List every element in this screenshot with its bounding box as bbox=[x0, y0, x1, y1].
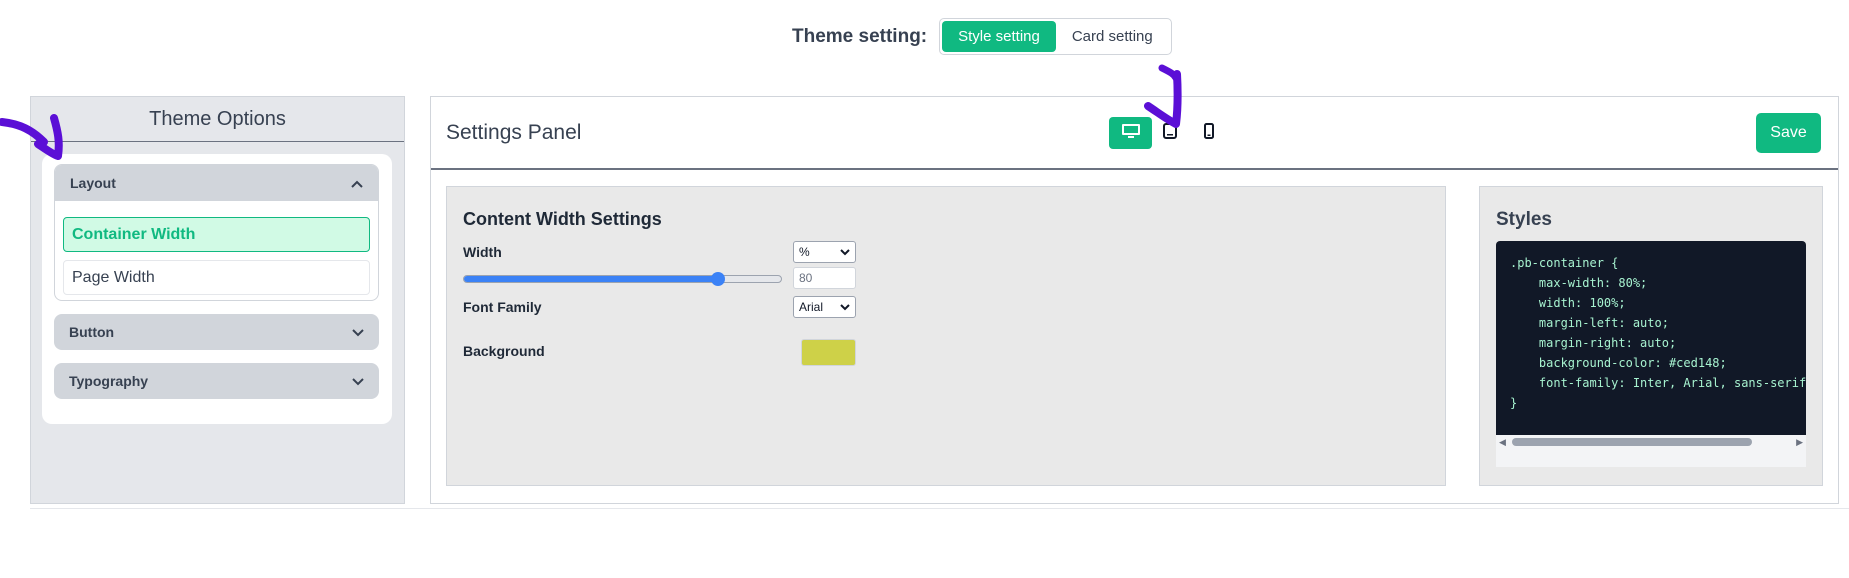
code-footer bbox=[1496, 449, 1806, 467]
content-width-settings: Content Width Settings Width % 80 Font F… bbox=[446, 186, 1446, 486]
typography-accordion-label: Typography bbox=[69, 373, 149, 389]
scroll-left-icon[interactable]: ◀ bbox=[1499, 437, 1506, 448]
arrow-icon bbox=[0, 114, 63, 160]
arrow-icon bbox=[1144, 64, 1182, 128]
save-button[interactable]: Save bbox=[1756, 113, 1821, 153]
chevron-down-icon bbox=[352, 325, 364, 340]
code-scrollbar-thumb[interactable] bbox=[1512, 438, 1752, 446]
settings-panel-header: Settings Panel Save bbox=[431, 97, 1838, 170]
background-color-picker[interactable] bbox=[801, 339, 856, 366]
theme-setting-bar: Theme setting: Style setting Card settin… bbox=[792, 18, 1172, 55]
font-family-select[interactable]: Arial bbox=[793, 296, 856, 318]
width-slider-fill bbox=[464, 276, 718, 282]
container-width-option[interactable]: Container Width bbox=[63, 217, 370, 252]
unit-select[interactable]: % bbox=[793, 241, 856, 263]
layout-accordion-label: Layout bbox=[70, 175, 116, 191]
typography-accordion-header[interactable]: Typography bbox=[54, 363, 379, 399]
css-code: .pb-container { max-width: 80%; width: 1… bbox=[1510, 256, 1806, 410]
layout-accordion-body: Container Width Page Width bbox=[55, 201, 378, 311]
settings-panel-title: Settings Panel bbox=[446, 121, 582, 144]
mobile-icon bbox=[1203, 122, 1214, 144]
width-slider[interactable] bbox=[463, 272, 782, 286]
chevron-down-icon bbox=[352, 374, 364, 389]
button-accordion-label: Button bbox=[69, 324, 115, 340]
typography-accordion[interactable]: Typography bbox=[54, 363, 379, 399]
font-family-value: Arial bbox=[799, 300, 824, 314]
background-label: Background bbox=[463, 343, 545, 359]
width-slider-thumb[interactable] bbox=[710, 272, 725, 286]
theme-options-card: Layout Container Width Page Width Button… bbox=[42, 154, 392, 424]
chevron-up-icon bbox=[351, 176, 363, 191]
page-width-option[interactable]: Page Width bbox=[63, 260, 370, 295]
styles-panel: Styles .pb-container { max-width: 80%; w… bbox=[1479, 186, 1823, 486]
font-family-label: Font Family bbox=[463, 299, 542, 315]
style-setting-tab[interactable]: Style setting bbox=[942, 21, 1056, 52]
content-width-title: Content Width Settings bbox=[463, 209, 662, 229]
settings-panel: Settings Panel Save Content Width Settin… bbox=[430, 96, 1839, 504]
css-code-block: .pb-container { max-width: 80%; width: 1… bbox=[1496, 241, 1806, 435]
button-accordion[interactable]: Button bbox=[54, 314, 379, 350]
layout-accordion: Layout Container Width Page Width bbox=[54, 164, 379, 301]
chevron-down-icon bbox=[840, 300, 850, 314]
desktop-icon bbox=[1121, 123, 1141, 144]
layout-accordion-header[interactable]: Layout bbox=[55, 165, 378, 201]
width-label: Width bbox=[463, 244, 502, 260]
card-setting-tab[interactable]: Card setting bbox=[1056, 21, 1169, 52]
theme-setting-label: Theme setting: bbox=[792, 25, 928, 47]
theme-options-title: Theme Options bbox=[31, 97, 404, 142]
chevron-down-icon bbox=[840, 245, 850, 259]
unit-select-value: % bbox=[799, 245, 810, 259]
styles-title: Styles bbox=[1496, 209, 1552, 230]
button-accordion-header[interactable]: Button bbox=[54, 314, 379, 350]
width-value-input[interactable]: 80 bbox=[793, 267, 856, 289]
mobile-view-button[interactable] bbox=[1187, 117, 1230, 149]
code-scrollbar[interactable]: ◀ ▶ bbox=[1496, 435, 1806, 449]
theme-options-panel: Theme Options Layout Container Width Pag… bbox=[30, 96, 405, 504]
divider bbox=[30, 508, 1849, 509]
theme-setting-toggle: Style setting Card setting bbox=[939, 18, 1172, 55]
scroll-right-icon[interactable]: ▶ bbox=[1796, 437, 1803, 448]
